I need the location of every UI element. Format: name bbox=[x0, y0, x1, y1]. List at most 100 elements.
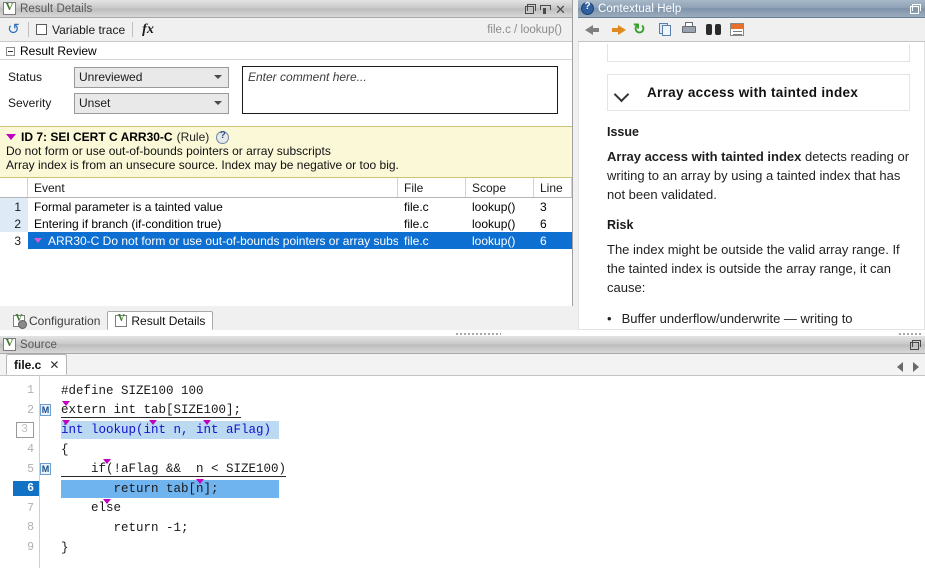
status-label: Status bbox=[8, 70, 74, 84]
events-table-header: Event File Scope Line bbox=[0, 178, 572, 198]
code-line[interactable]: return -1; bbox=[53, 518, 925, 538]
checkbox-box[interactable] bbox=[36, 24, 47, 35]
help-card-header[interactable]: Array access with tainted index bbox=[608, 75, 909, 110]
source-title: Source bbox=[20, 339, 57, 351]
close-icon[interactable]: ✕ bbox=[555, 3, 566, 14]
comment-input[interactable]: Enter comment here... bbox=[242, 66, 558, 114]
code-line[interactable]: { bbox=[53, 440, 925, 460]
restore-icon[interactable] bbox=[908, 3, 919, 14]
chevron-down-icon[interactable] bbox=[214, 75, 222, 79]
chevron-down-icon[interactable] bbox=[616, 89, 629, 97]
tab-next-icon[interactable] bbox=[913, 362, 919, 372]
tab-prev-icon[interactable] bbox=[897, 362, 903, 372]
titlebar-buttons bbox=[908, 3, 922, 14]
line-number: 7 bbox=[0, 499, 39, 519]
row-file: file.c bbox=[398, 232, 466, 249]
tab-file-c-label: file.c bbox=[14, 358, 41, 372]
pin-icon[interactable] bbox=[539, 3, 550, 14]
macro-marker-icon[interactable]: M bbox=[40, 404, 51, 416]
table-row[interactable]: 2 Entering if branch (if-condition true)… bbox=[0, 215, 572, 232]
row-line: 6 bbox=[534, 215, 572, 232]
status-dropdown[interactable]: Unreviewed bbox=[74, 67, 229, 88]
result-review-header[interactable]: Result Review bbox=[0, 43, 572, 60]
restore-icon[interactable] bbox=[908, 339, 919, 350]
review-fields: Status Unreviewed Severity Unset bbox=[0, 66, 242, 118]
col-header-line[interactable]: Line bbox=[534, 178, 572, 197]
chevron-down-icon[interactable] bbox=[214, 101, 222, 105]
toolbar-divider-2 bbox=[132, 22, 133, 37]
table-row[interactable]: 1 Formal parameter is a tainted value fi… bbox=[0, 198, 572, 215]
rule-banner: ID 7: SEI CERT C ARR30-C (Rule) Do not f… bbox=[0, 126, 572, 178]
titlebar-buttons: ✕ bbox=[523, 3, 569, 14]
code-line[interactable]: if(!aFlag && n < SIZE100) bbox=[53, 459, 925, 479]
code-line-text: int lookup(int n, int aFlag) bbox=[61, 423, 271, 437]
tab-result-details-label: Result Details bbox=[131, 314, 205, 328]
result-details-titlebar: Result Details ✕ bbox=[0, 0, 572, 18]
find-icon[interactable] bbox=[705, 22, 722, 38]
triangle-down-icon bbox=[34, 238, 42, 243]
close-icon[interactable]: ✕ bbox=[49, 358, 59, 372]
tab-result-details[interactable]: Result Details bbox=[107, 311, 213, 330]
source-panel: Source file.c ✕ 1 2 3 4 5 6 bbox=[0, 336, 925, 568]
refresh-icon[interactable]: ↻ bbox=[633, 22, 650, 38]
triangle-down-icon[interactable] bbox=[6, 134, 16, 140]
col-header-scope[interactable]: Scope bbox=[466, 178, 534, 197]
col-header-index bbox=[0, 178, 28, 197]
marker-slot bbox=[40, 381, 53, 401]
copy-icon[interactable] bbox=[657, 22, 674, 38]
tab-file-c[interactable]: file.c ✕ bbox=[6, 354, 67, 375]
rule-description: Do not form or use out-of-bounds pointer… bbox=[6, 144, 566, 158]
export-excel-icon[interactable] bbox=[729, 22, 746, 38]
line-number-value: 6 bbox=[13, 481, 39, 496]
code-line[interactable]: } bbox=[53, 538, 925, 558]
back-arrow-icon[interactable] bbox=[585, 22, 602, 38]
severity-dropdown[interactable]: Unset bbox=[74, 93, 229, 114]
code-line[interactable]: else bbox=[53, 499, 925, 519]
result-details-title: Result Details bbox=[20, 3, 92, 15]
status-row: Status Unreviewed bbox=[8, 66, 242, 88]
row-scope: lookup() bbox=[466, 198, 534, 215]
row-file: file.c bbox=[398, 198, 466, 215]
code-line[interactable]: #define SIZE100 100 bbox=[53, 381, 925, 401]
polyspace-logo-icon bbox=[3, 2, 16, 15]
code-line-text: else bbox=[61, 501, 121, 515]
col-header-event[interactable]: Event bbox=[28, 178, 398, 197]
marker-slot[interactable]: M bbox=[40, 401, 53, 421]
formula-fx-button[interactable]: fx bbox=[140, 22, 156, 38]
triangle-down-icon bbox=[149, 420, 157, 425]
help-icon[interactable] bbox=[216, 131, 229, 144]
code-text-area[interactable]: #define SIZE100 100 extern int tab[SIZE1… bbox=[53, 376, 925, 568]
marker-slot bbox=[40, 499, 53, 519]
variable-trace-checkbox[interactable]: Variable trace bbox=[36, 23, 125, 37]
print-icon[interactable] bbox=[681, 22, 698, 38]
line-number-value: 3 bbox=[16, 422, 34, 438]
collapse-icon[interactable] bbox=[6, 47, 15, 56]
table-row-selected[interactable]: 3 ARR30-C Do not form or use out-of-boun… bbox=[0, 232, 572, 249]
result-details-body: Result Review Status Unreviewed Severity bbox=[0, 42, 572, 330]
help-paragraph-issue: Array access with tainted index detects … bbox=[607, 147, 910, 204]
help-issue-lead: Array access with tainted index bbox=[607, 149, 801, 164]
tab-configuration[interactable]: Configuration bbox=[6, 311, 107, 330]
marker-slot bbox=[40, 518, 53, 538]
line-number-value: 1 bbox=[27, 384, 34, 397]
row-line: 6 bbox=[534, 232, 572, 249]
marker-slot[interactable]: M bbox=[40, 459, 53, 479]
code-editor[interactable]: 1 2 3 4 5 6 7 8 9 M M bbox=[0, 376, 925, 568]
toolbar-divider-1 bbox=[28, 22, 29, 37]
code-line[interactable]: int lookup(int n, int aFlag) bbox=[53, 420, 925, 440]
code-line[interactable]: extern int tab[SIZE100]; bbox=[53, 401, 925, 421]
macro-marker-icon[interactable]: M bbox=[40, 463, 51, 475]
code-line-text: { bbox=[61, 443, 69, 457]
refresh-icon[interactable]: ↺ bbox=[6, 22, 21, 37]
col-header-file[interactable]: File bbox=[398, 178, 466, 197]
restore-icon[interactable] bbox=[523, 3, 534, 14]
forward-arrow-icon[interactable] bbox=[609, 22, 626, 38]
result-review-form: Status Unreviewed Severity Unset bbox=[0, 60, 572, 126]
line-number: 1 bbox=[0, 381, 39, 401]
line-number-boxed: 3 bbox=[0, 420, 39, 440]
marker-slot bbox=[40, 420, 53, 440]
result-review-label: Result Review bbox=[20, 44, 97, 58]
help-question-icon bbox=[581, 2, 594, 15]
code-line-current[interactable]: return tab[n]; bbox=[53, 479, 925, 499]
rule-title-row: ID 7: SEI CERT C ARR30-C (Rule) bbox=[6, 130, 566, 144]
